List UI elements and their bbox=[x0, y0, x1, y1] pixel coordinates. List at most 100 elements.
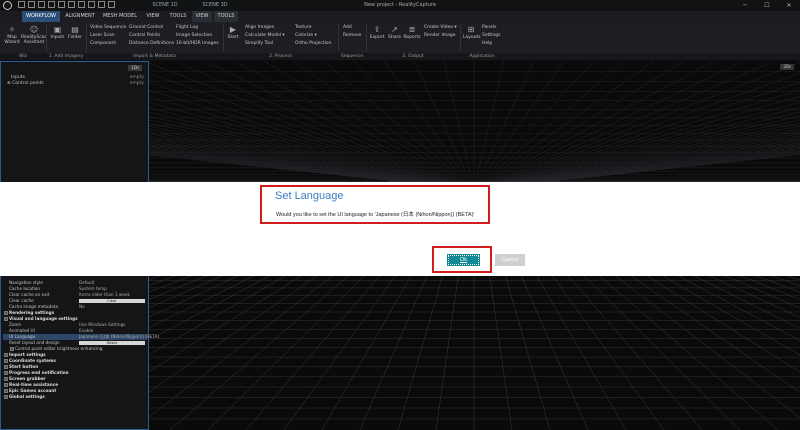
settings-row[interactable]: Global settings bbox=[3, 394, 147, 400]
expand-icon[interactable] bbox=[4, 353, 8, 357]
help-button[interactable]: Help bbox=[482, 41, 492, 46]
settings-action-button[interactable]: Clear bbox=[79, 299, 145, 303]
video-sequence-button[interactable]: Video Sequence bbox=[90, 25, 126, 30]
expand-icon[interactable] bbox=[4, 317, 8, 321]
tree-item-control-points[interactable]: ⊕ Control points bbox=[7, 81, 44, 86]
quick-wizard-label: Map Wizard bbox=[4, 35, 20, 45]
tab-tools[interactable]: TOOLS bbox=[166, 11, 190, 22]
calculate-model-button[interactable]: Calculate Model ▾ bbox=[245, 33, 285, 38]
close-icon[interactable]: ✕ bbox=[778, 0, 800, 11]
dialog-message: Would you like to set the UI language to… bbox=[276, 212, 475, 218]
layout-6-icon[interactable] bbox=[108, 1, 115, 8]
layout-1-icon[interactable] bbox=[58, 1, 65, 8]
layout-2-icon[interactable] bbox=[68, 1, 75, 8]
ribbon: ✧ Map Wizard ☺ RealityScan Assistant ▣ I… bbox=[0, 22, 800, 60]
align-images-button[interactable]: Align Images bbox=[245, 25, 274, 30]
tab-workflow[interactable]: WORKFLOW bbox=[22, 11, 60, 22]
save-project-icon[interactable] bbox=[38, 1, 45, 8]
settings-button[interactable]: Settings bbox=[482, 33, 500, 38]
expand-icon[interactable] bbox=[4, 383, 8, 387]
settings-section-label: Global settings bbox=[9, 394, 45, 399]
scene-1d-tab[interactable]: SCENE 1D bbox=[142, 0, 188, 11]
export-label: Export bbox=[369, 35, 385, 40]
group-label-wizard: Wiz bbox=[19, 54, 27, 59]
assistant-icon: ☺ bbox=[29, 25, 39, 34]
render-image-button[interactable]: Render Image bbox=[424, 33, 456, 38]
colorize-button[interactable]: Colorize ▾ bbox=[295, 33, 317, 38]
panels-button[interactable]: Panels bbox=[482, 25, 496, 30]
group-label-import: Import & Metadata bbox=[133, 54, 176, 59]
expand-icon[interactable] bbox=[4, 365, 8, 369]
ribbon-group-labels: Wiz 1. Add imagery Import & Metadata 2. … bbox=[0, 53, 800, 60]
laser-scan-button[interactable]: Laser Scan bbox=[90, 33, 115, 38]
share-label: Share bbox=[388, 35, 401, 40]
layout-4-icon[interactable] bbox=[88, 1, 95, 8]
layouts-label: Layouts bbox=[463, 35, 481, 40]
export-button[interactable]: ⇪ Export bbox=[369, 25, 385, 40]
expand-icon[interactable] bbox=[4, 371, 8, 375]
expand-icon[interactable] bbox=[4, 395, 8, 399]
tree-item-control-points-label: Control points bbox=[12, 81, 44, 86]
ortho-projection-button[interactable]: Ortho Projection bbox=[295, 41, 331, 46]
app-window: SCENE 1D SCENE 3D New project - RealityC… bbox=[0, 0, 800, 430]
expand-icon[interactable] bbox=[4, 389, 8, 393]
share-icon: ↗ bbox=[391, 25, 398, 34]
inputs-button[interactable]: ▣ Inputs bbox=[49, 25, 66, 40]
tab-view-contextual[interactable]: VIEW bbox=[192, 11, 212, 22]
tab-alignment[interactable]: ALIGNMENT bbox=[62, 11, 98, 22]
assistant-label: RealityScan Assistant bbox=[21, 35, 48, 45]
tree-item-inputs-value: empty bbox=[129, 75, 144, 80]
reports-button[interactable]: ≣ Reports bbox=[403, 25, 421, 40]
group-label-add-imagery: 1. Add imagery bbox=[48, 54, 84, 59]
layouts-icon: ⊞ bbox=[467, 25, 475, 34]
minimize-icon[interactable]: ─ bbox=[734, 0, 756, 11]
maximize-icon[interactable]: ☐ bbox=[756, 0, 778, 11]
layout-3-icon[interactable] bbox=[78, 1, 85, 8]
flight-log-button[interactable]: Flight Log bbox=[176, 25, 198, 30]
share-button[interactable]: ↗ Share bbox=[387, 25, 402, 40]
tab-mesh-model[interactable]: MESH MODEL bbox=[100, 11, 140, 22]
checkbox-icon[interactable] bbox=[10, 347, 14, 351]
new-project-icon[interactable] bbox=[18, 1, 25, 8]
layout-5-icon[interactable] bbox=[98, 1, 105, 8]
quick-wizard-button[interactable]: ✧ Map Wizard bbox=[3, 25, 21, 45]
tab-view[interactable]: VIEW bbox=[142, 11, 164, 22]
tree-item-inputs[interactable]: Inputs bbox=[11, 75, 25, 80]
title-bar: SCENE 1D SCENE 3D New project - RealityC… bbox=[0, 0, 800, 11]
start-button[interactable]: ▶ Start bbox=[226, 25, 240, 40]
texture-button[interactable]: Texture bbox=[295, 25, 311, 30]
undo-icon[interactable] bbox=[48, 1, 55, 8]
ground-control-button[interactable]: Ground Control bbox=[129, 25, 163, 30]
control-points-button[interactable]: Control Points bbox=[129, 33, 160, 38]
create-video-button[interactable]: Create Video ▾ bbox=[424, 25, 457, 30]
component-button[interactable]: Component bbox=[90, 41, 116, 46]
cancel-button[interactable]: Cancel bbox=[495, 254, 525, 266]
ok-button[interactable]: Ok bbox=[447, 254, 480, 266]
group-label-output: 3. Output bbox=[402, 54, 424, 59]
viewport-badge: 3Ds bbox=[780, 64, 794, 70]
tab-tools-contextual[interactable]: TOOLS bbox=[214, 11, 238, 22]
expand-icon[interactable] bbox=[4, 311, 8, 315]
group-label-process: 2. Process bbox=[269, 54, 292, 59]
expand-icon[interactable] bbox=[4, 377, 8, 381]
hdr-images-button[interactable]: 16-bit/HDR Images bbox=[176, 41, 219, 46]
folder-button[interactable]: ▤ Folder bbox=[66, 25, 84, 40]
reports-label: Reports bbox=[403, 35, 421, 40]
image-selection-button[interactable]: Image Selection bbox=[176, 33, 212, 38]
open-project-icon[interactable] bbox=[28, 1, 35, 8]
inputs-label: Inputs bbox=[50, 35, 65, 40]
distance-definitions-button[interactable]: Distance Definitions bbox=[129, 41, 174, 46]
tree-item-control-points-value: empty bbox=[129, 81, 144, 86]
sequence-add-button[interactable]: Add bbox=[343, 25, 352, 30]
start-label: Start bbox=[227, 35, 239, 40]
layouts-button[interactable]: ⊞ Layouts bbox=[463, 25, 481, 40]
scene-3d-tab[interactable]: SCENE 3D bbox=[192, 0, 238, 11]
simplify-tool-button[interactable]: Simplify Tool bbox=[245, 41, 273, 46]
sequence-remove-button[interactable]: Remove bbox=[343, 33, 361, 38]
settings-action-button[interactable]: Reset bbox=[79, 341, 145, 345]
expand-icon[interactable] bbox=[4, 359, 8, 363]
settings-table: Navigation style Default Cache location Sys… bbox=[3, 280, 159, 400]
assistant-button[interactable]: ☺ RealityScan Assistant bbox=[21, 25, 47, 45]
folder-label: Folder bbox=[68, 35, 82, 40]
panel-badge: 1Ds bbox=[128, 65, 142, 71]
